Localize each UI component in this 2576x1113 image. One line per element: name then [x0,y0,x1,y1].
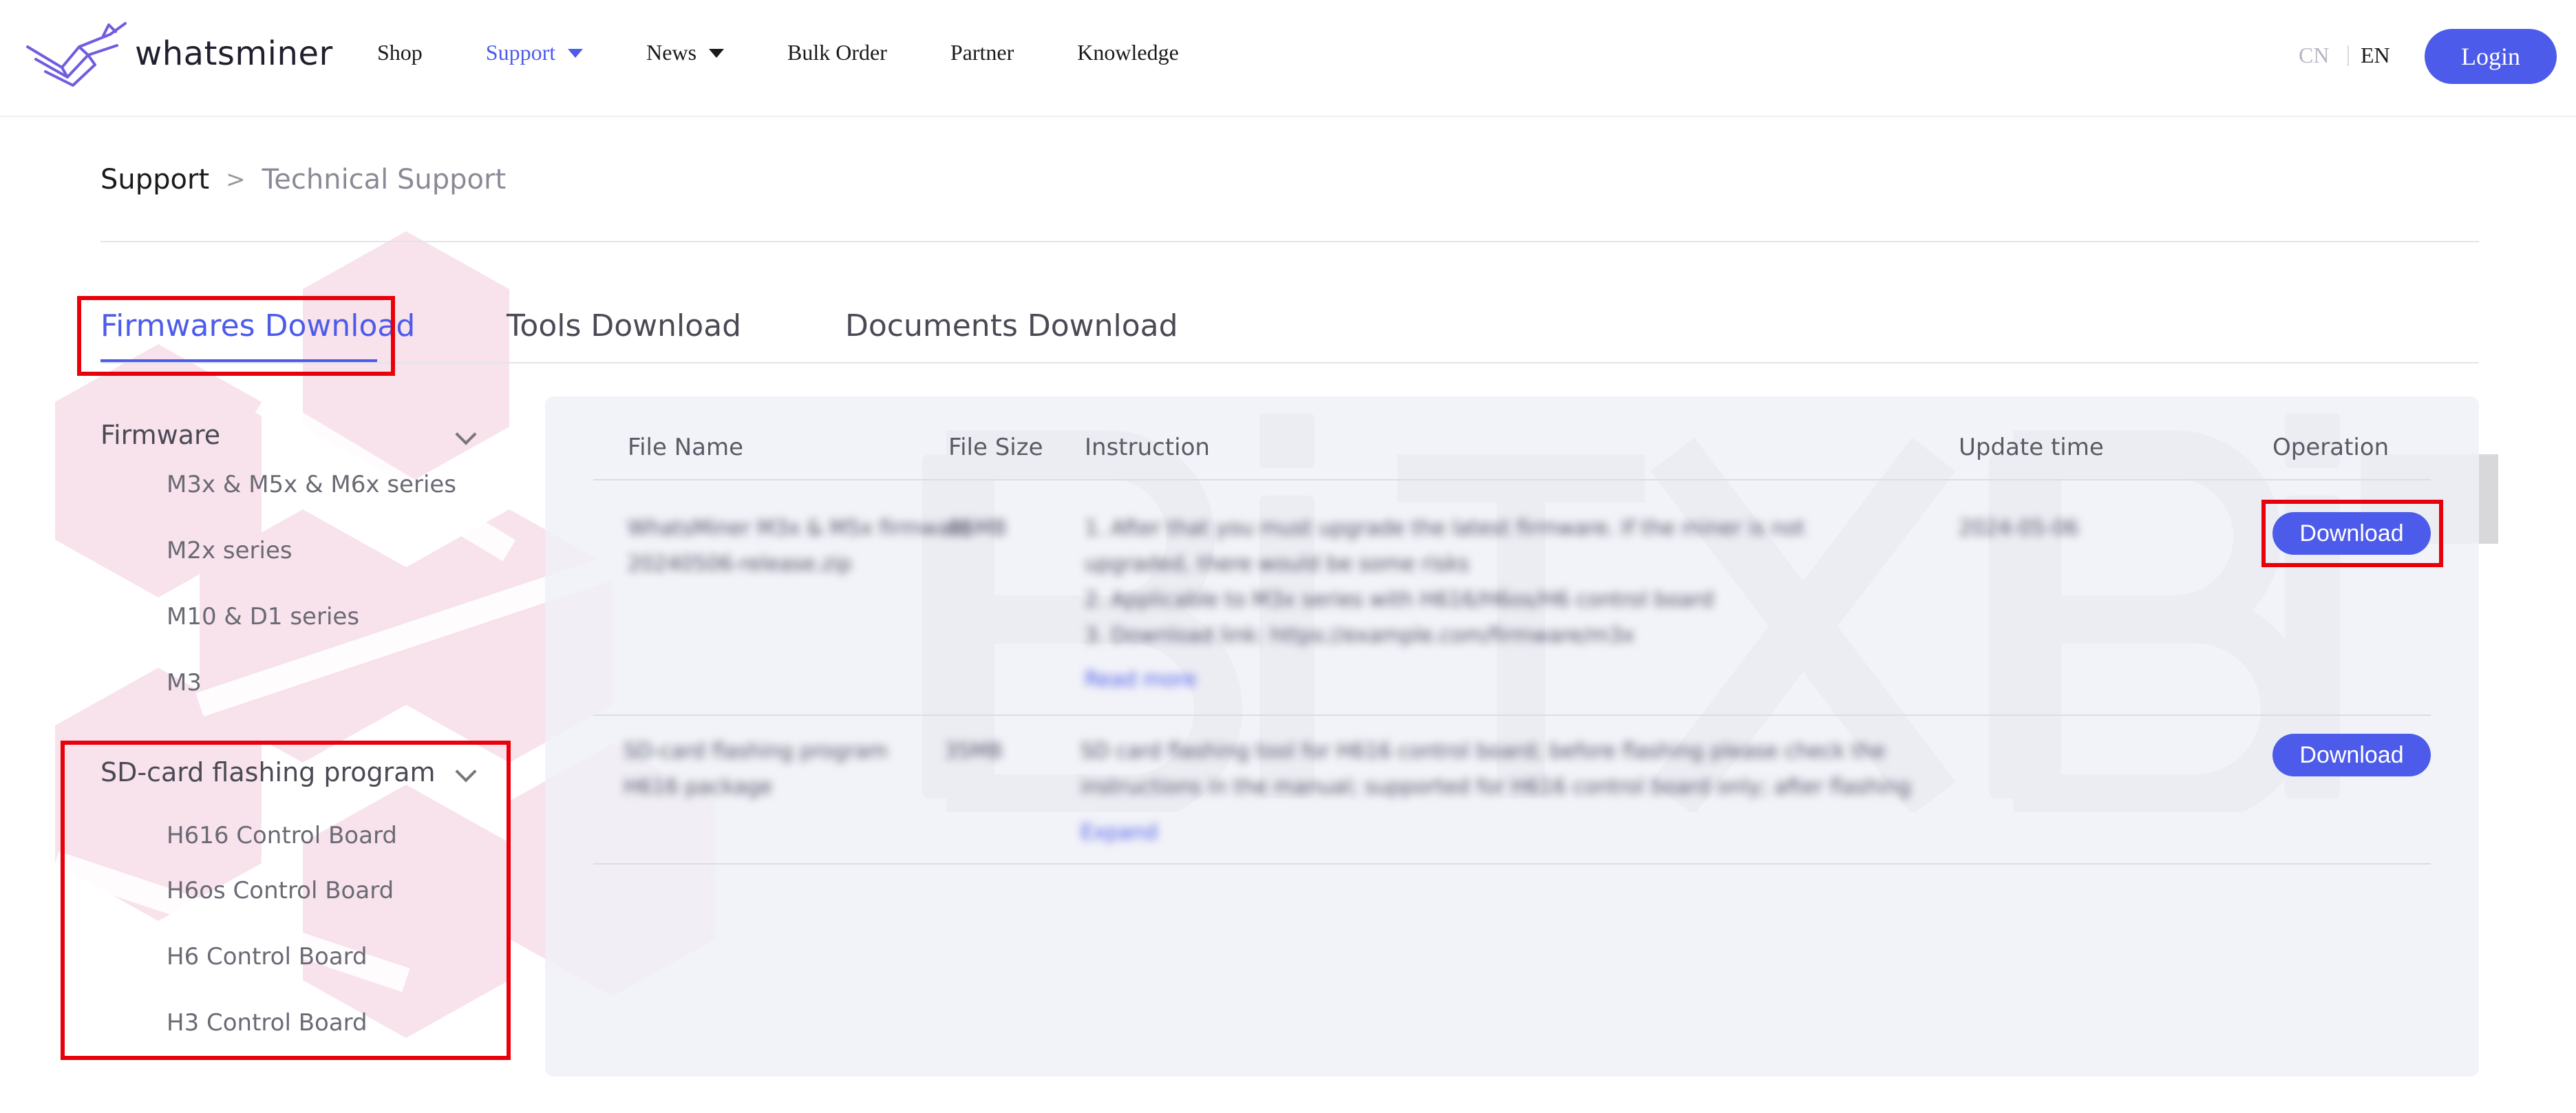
tab-documents-label: Documents Download [845,308,1178,343]
sidebar-item-m3[interactable]: M3 [167,669,202,697]
download-button[interactable]: Download [2272,734,2431,776]
nav-support-label: Support [485,40,556,65]
nav-bulk-order[interactable]: Bulk Order [787,40,887,65]
breadcrumb-current: Technical Support [262,164,507,195]
column-header-operation: Operation [2272,434,2389,461]
nav-partner-label: Partner [950,40,1014,65]
nav-shop-label: Shop [377,40,423,65]
row1-file-name-line1: WhatsMiner M3x & M5x firmware [628,516,971,540]
lang-en-link[interactable]: EN [2361,43,2390,68]
column-header-file-name: File Name [628,434,744,461]
nav-news[interactable]: News [646,40,725,65]
tab-tools-label: Tools Download [507,308,742,343]
breadcrumb-divider [100,241,2479,242]
nav-shop[interactable]: Shop [377,40,423,65]
row2-instruction-line1: SD card flashing tool for H616 control b… [1081,739,1886,763]
caret-down-icon [709,49,725,58]
lang-cn-link[interactable]: CN [2299,43,2329,68]
caret-down-icon [568,49,584,58]
sidebar-group-firmware[interactable]: Firmware [100,420,220,450]
nav-knowledge-label: Knowledge [1077,40,1179,65]
breadcrumb: Support > Technical Support [100,164,506,195]
tab-documents-download[interactable]: Documents Download [845,308,1178,343]
column-header-update-time: Update time [1959,434,2104,461]
brand-logo[interactable]: whatsminer [21,19,333,88]
row1-instruction-line2: upgraded, there would be some risks [1085,552,1469,576]
row2-file-size: 35MB [944,739,1003,763]
row1-update-time: 2024-05-06 [1959,516,2079,540]
row2-file-name-line1: SD-card flashing program [624,739,888,763]
top-header: whatsminer Shop Support News Bulk Order … [0,0,2576,117]
nav-news-label: News [646,40,697,65]
row1-instruction-line1: 1. After that you must upgrade the lates… [1085,516,1805,540]
nav-partner[interactable]: Partner [950,40,1014,65]
highlight-box-download [2261,500,2443,567]
highlight-box-sidebar [61,741,511,1060]
row1-instruction-line3: 2. Applicable to M3x series with H616/H6… [1085,588,1714,612]
row1-instruction-line4: 3. Download link: https://example.com/fi… [1085,624,1635,648]
tabs-divider [100,362,2479,363]
breadcrumb-support-link[interactable]: Support [100,164,209,195]
nav-support[interactable]: Support [485,40,584,65]
lang-divider [2348,45,2349,66]
highlight-box-tab [77,296,395,376]
row-divider [593,863,2431,865]
column-header-instruction: Instruction [1085,434,1210,461]
tab-tools-download[interactable]: Tools Download [507,308,741,343]
sidebar-item-m2x[interactable]: M2x series [167,537,292,564]
file-table-panel [545,396,2479,1077]
sidebar-item-m3x-m5x-m6x[interactable]: M3x & M5x & M6x series [167,471,456,498]
nav-knowledge[interactable]: Knowledge [1077,40,1179,65]
sidebar-item-m10-d1[interactable]: M10 & D1 series [167,603,359,630]
main-nav: Shop Support News Bulk Order Partner Kno… [377,40,1242,65]
row2-file-name-line2: H616 package [624,775,773,799]
row1-instruction-link[interactable]: Read more [1085,668,1197,692]
column-header-file-size: File Size [948,434,1043,461]
row1-file-size: 85MB [948,516,1007,540]
row-divider [593,714,2431,716]
horse-logo-icon [26,22,127,87]
row1-file-name-line2: 20240506-release.zip [628,552,852,576]
header-row-divider [593,479,2431,480]
login-button[interactable]: Login [2425,29,2557,84]
chevron-right-icon: > [226,166,246,193]
brand-name: whatsminer [135,34,333,73]
nav-bulk-order-label: Bulk Order [787,40,887,65]
row2-instruction-link[interactable]: Expand [1081,820,1158,845]
row2-instruction-line2: instructions in the manual; supported fo… [1081,775,1911,799]
